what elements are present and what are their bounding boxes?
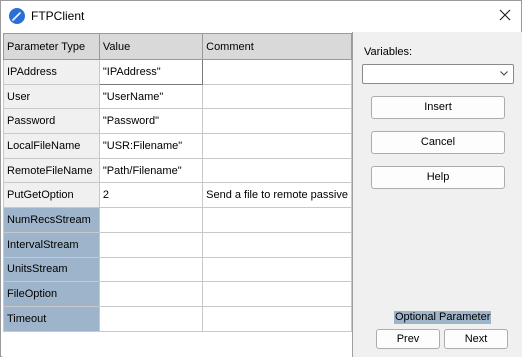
value-cell[interactable] — [98, 231, 204, 258]
value-cell[interactable] — [98, 256, 204, 283]
variables-dropdown[interactable] — [362, 64, 514, 84]
close-icon — [499, 9, 511, 24]
value-cell[interactable]: "USR:Filename" — [98, 133, 204, 159]
parameter-type-cell[interactable]: PutGetOption — [3, 182, 100, 209]
help-button[interactable]: Help — [371, 166, 505, 189]
comment-cell[interactable] — [202, 157, 352, 184]
dialog-content: Parameter Type Value Comment IPAddress "… — [2, 32, 522, 357]
cancel-button[interactable]: Cancel — [371, 131, 505, 154]
table-row: NumRecsStream — [3, 207, 352, 233]
value-cell[interactable]: 2 — [98, 182, 204, 209]
comment-cell[interactable] — [202, 207, 352, 233]
parameter-grid: Parameter Type Value Comment IPAddress "… — [3, 33, 352, 332]
title-bar: FTPClient — [1, 1, 521, 32]
parameter-type-cell[interactable]: FileOption — [3, 281, 100, 307]
parameter-type-cell[interactable]: NumRecsStream — [3, 207, 100, 233]
value-cell[interactable]: "Path/Filename" — [98, 157, 204, 184]
table-row: LocalFileName "USR:Filename" — [3, 133, 352, 159]
table-row: Timeout — [3, 305, 352, 332]
table-row: Password "Password" — [3, 108, 352, 135]
parameter-type-cell[interactable]: Password — [3, 108, 100, 135]
optional-parameter-legend: Optional Parameter — [394, 311, 492, 324]
comment-cell[interactable] — [202, 133, 352, 159]
table-row: IPAddress "IPAddress" — [3, 59, 352, 85]
table-row: FileOption — [3, 281, 352, 307]
table-row: RemoteFileName "Path/Filename" — [3, 157, 352, 184]
insert-button[interactable]: Insert — [371, 96, 505, 119]
value-cell[interactable] — [98, 207, 204, 233]
value-cell[interactable] — [98, 281, 204, 307]
window-title: FTPClient — [31, 9, 85, 23]
value-cell[interactable]: "UserName" — [98, 83, 204, 110]
next-button[interactable]: Next — [444, 329, 508, 349]
prev-button[interactable]: Prev — [376, 329, 440, 349]
parameter-type-cell[interactable]: User — [3, 83, 100, 110]
comment-cell[interactable] — [202, 83, 352, 110]
value-cell[interactable]: "IPAddress" — [98, 59, 204, 85]
header-parameter-type[interactable]: Parameter Type — [3, 33, 100, 60]
variables-label: Variables: — [364, 46, 413, 58]
table-row: PutGetOption 2 Send a file to remote pas… — [3, 182, 352, 209]
value-cell[interactable]: "Password" — [98, 108, 204, 135]
chevron-down-icon — [499, 68, 509, 81]
comment-cell[interactable]: Send a file to remote passive — [202, 182, 352, 209]
comment-cell[interactable] — [202, 305, 352, 332]
table-row: User "UserName" — [3, 83, 352, 110]
parameter-type-cell[interactable]: UnitsStream — [3, 256, 100, 283]
comment-cell[interactable] — [202, 256, 352, 283]
header-comment[interactable]: Comment — [202, 33, 352, 60]
comment-cell[interactable] — [202, 108, 352, 135]
parameter-type-cell[interactable]: Timeout — [3, 305, 100, 332]
table-row: IntervalStream — [3, 231, 352, 258]
parameter-type-cell[interactable]: LocalFileName — [3, 133, 100, 159]
parameter-type-cell[interactable]: IPAddress — [3, 59, 100, 85]
value-cell[interactable] — [98, 305, 204, 332]
comment-cell[interactable] — [202, 281, 352, 307]
comment-cell[interactable] — [202, 59, 352, 85]
parameter-type-cell[interactable]: RemoteFileName — [3, 157, 100, 184]
parameter-type-cell[interactable]: IntervalStream — [3, 231, 100, 258]
header-value[interactable]: Value — [98, 33, 204, 60]
side-panel: Variables: Insert Cancel Help Optional P… — [354, 32, 522, 357]
close-button[interactable] — [489, 1, 521, 32]
table-row: UnitsStream — [3, 256, 352, 283]
ftpclient-dialog: FTPClient Parameter Type Value Comment I… — [0, 0, 522, 357]
comment-cell[interactable] — [202, 231, 352, 258]
parameter-grid-area: Parameter Type Value Comment IPAddress "… — [2, 32, 353, 357]
ftp-app-icon — [9, 8, 25, 24]
grid-header-row: Parameter Type Value Comment — [3, 33, 352, 60]
